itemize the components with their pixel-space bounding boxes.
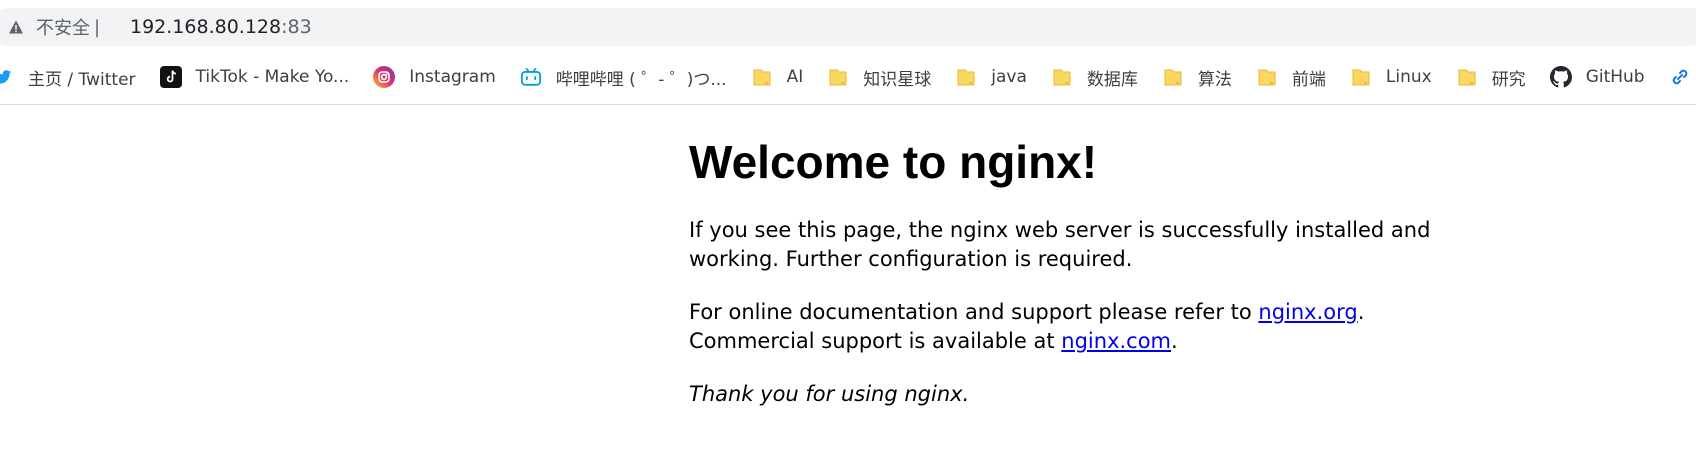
address-separator: | — [94, 16, 101, 38]
bookmark-github[interactable]: GitHub — [1549, 62, 1655, 92]
commercial-period: . — [1171, 329, 1178, 353]
url-host: 192.168.80.128 — [130, 16, 282, 38]
folder-icon — [1162, 66, 1184, 88]
bookmark-tiktok[interactable]: TikTok - Make Yo... — [159, 62, 360, 92]
folder-icon — [1456, 66, 1478, 88]
bilibili-icon — [520, 66, 542, 88]
support-paragraph: For online documentation and support ple… — [689, 298, 1449, 356]
link-icon — [1669, 66, 1691, 88]
folder-icon — [1256, 66, 1278, 88]
site-info-button[interactable]: 不安全 | — [8, 14, 100, 40]
bookmark-bilibili[interactable]: 哔哩哔哩 ( ゜- ゜)つ... — [520, 62, 737, 92]
intro-paragraph: If you see this page, the nginx web serv… — [689, 218, 1431, 271]
bookmark-folder-java[interactable]: java — [955, 62, 1037, 92]
bookmarks-bar: 主页 / Twitter TikTok - Make Yo... Instagr… — [0, 57, 1696, 97]
folder-icon — [1051, 66, 1073, 88]
bookmark-label: TikTok - Make Yo... — [195, 67, 350, 87]
support-text: For online documentation and support ple… — [689, 300, 1259, 324]
bookmark-label: 研究 — [1491, 69, 1526, 90]
url-text[interactable]: 192.168.80.128:83 — [130, 14, 312, 40]
bookmark-label: 主页 / Twitter — [28, 69, 136, 90]
bookmark-overflow[interactable] — [1669, 62, 1696, 92]
folder-icon — [955, 66, 977, 88]
warning-icon — [9, 20, 23, 34]
bookmark-label: 哔哩哔哩 ( ゜- ゜)つ... — [555, 69, 727, 90]
commercial-text: Commercial support is available at — [689, 329, 1062, 353]
support-period: . — [1357, 300, 1365, 324]
bookmark-twitter[interactable]: 主页 / Twitter — [0, 62, 146, 92]
bookmark-folder-knowledge[interactable]: 知识星球 — [827, 62, 941, 92]
bookmark-folder-research[interactable]: 研究 — [1456, 62, 1536, 92]
page-title: Welcome to nginx! — [689, 136, 1098, 188]
bookmark-label: 知识星球 — [863, 69, 932, 90]
folder-icon — [827, 66, 849, 88]
bookmark-folder-algorithm[interactable]: 算法 — [1162, 62, 1242, 92]
bookmark-folder-ai[interactable]: AI — [751, 62, 814, 92]
bookmark-label: Instagram — [409, 67, 496, 87]
folder-icon — [1350, 66, 1372, 88]
url-port: :83 — [281, 16, 312, 38]
bookmark-folder-linux[interactable]: Linux — [1350, 62, 1442, 92]
bookmark-label: Linux — [1385, 67, 1432, 87]
bookmark-folder-frontend[interactable]: 前端 — [1256, 62, 1336, 92]
bookmark-label: 算法 — [1197, 69, 1232, 90]
bookmark-instagram[interactable]: Instagram — [373, 62, 506, 92]
github-icon — [1549, 66, 1572, 88]
tiktok-icon — [159, 66, 182, 88]
bookmark-label: GitHub — [1585, 67, 1645, 87]
browser-toolbar: 不安全 | 192.168.80.128:83 — [0, 0, 1696, 50]
bookmark-label: 数据库 — [1086, 69, 1138, 90]
bookmark-label: java — [991, 67, 1027, 87]
thanks-text: Thank you for using nginx. — [689, 382, 970, 406]
instagram-icon — [373, 66, 396, 88]
twitter-icon — [0, 66, 14, 88]
bookmark-label: AI — [786, 67, 804, 87]
page-content: Welcome to nginx! If you see this page, … — [689, 130, 1449, 433]
toolbar-divider — [0, 104, 1696, 105]
security-label: 不安全 — [36, 18, 90, 39]
thanks-paragraph: Thank you for using nginx. — [689, 380, 1449, 409]
bookmark-label: 前端 — [1291, 69, 1326, 90]
nginx-org-link[interactable]: nginx.org — [1258, 300, 1357, 324]
folder-icon — [751, 66, 773, 88]
bookmark-folder-database[interactable]: 数据库 — [1051, 62, 1148, 92]
nginx-com-link[interactable]: nginx.com — [1061, 329, 1171, 353]
